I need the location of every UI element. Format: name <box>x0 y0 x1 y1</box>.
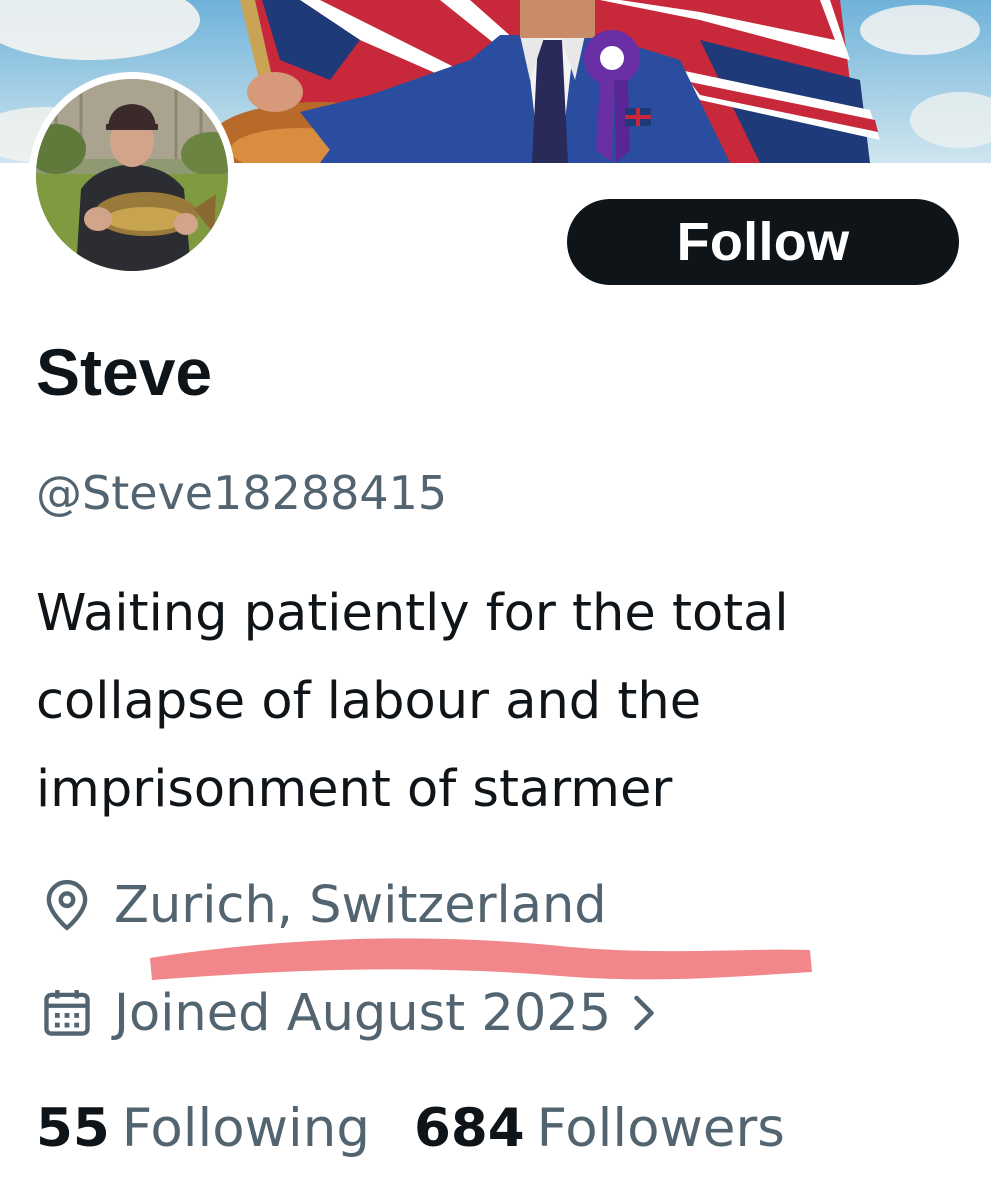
followers-count: 684 <box>413 1097 525 1159</box>
following-count: 55 <box>36 1097 110 1159</box>
location-pin-icon <box>46 879 88 931</box>
profile-handle: @Steve18288415 <box>36 466 448 520</box>
followers-link[interactable]: 684 Followers <box>414 1098 785 1159</box>
follow-button[interactable]: Follow <box>567 199 959 285</box>
joined-text: Joined August 2025 <box>114 983 612 1043</box>
following-link[interactable]: 55 Following <box>36 1098 370 1159</box>
location-text: Zurich, Switzerland <box>114 875 607 935</box>
followers-label: Followers <box>536 1097 785 1159</box>
chevron-right-icon[interactable] <box>629 993 659 1033</box>
calendar-icon <box>44 990 90 1036</box>
following-label: Following <box>121 1097 370 1159</box>
profile-joined[interactable]: Joined August 2025 <box>38 976 659 1050</box>
profile-avatar[interactable] <box>29 72 235 278</box>
profile-location: Zurich, Switzerland <box>38 868 607 942</box>
profile-bio: Waiting patiently for the total collapse… <box>36 584 789 819</box>
profile-counts: 55 Following 684 Followers <box>36 1090 785 1166</box>
profile-display-name: Steve <box>36 335 213 409</box>
avatar-image <box>36 79 228 271</box>
